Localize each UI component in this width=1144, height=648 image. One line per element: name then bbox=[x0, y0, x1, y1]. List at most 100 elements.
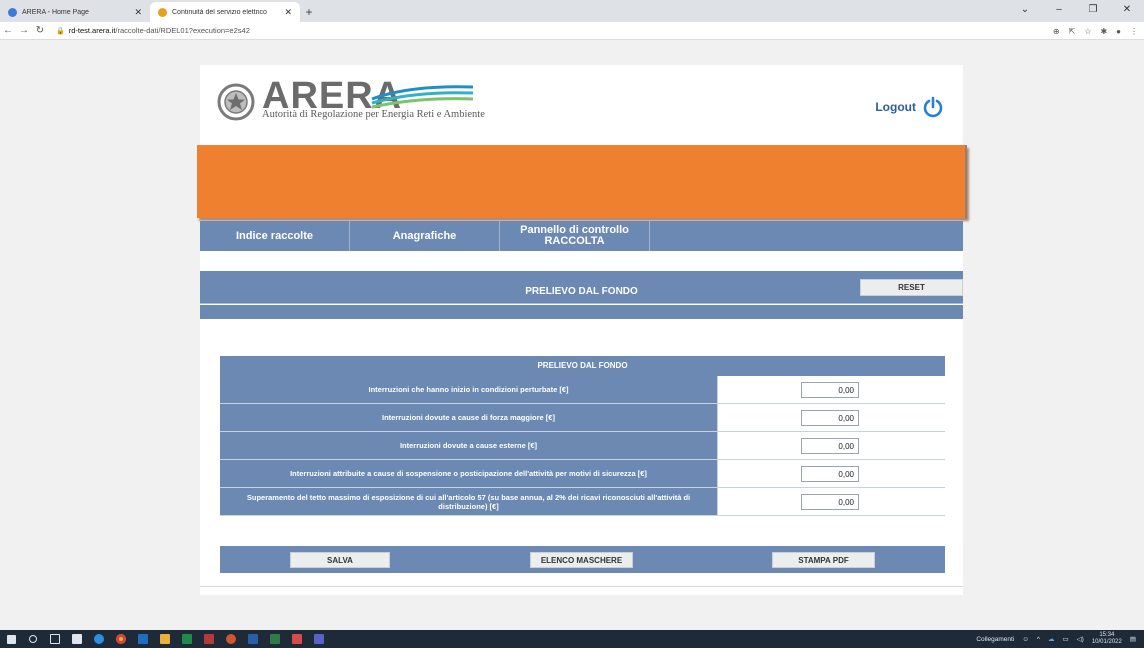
back-arrow-icon[interactable]: ← bbox=[0, 25, 16, 36]
volume-icon[interactable]: ◁) bbox=[1077, 635, 1084, 643]
perturbate-input[interactable] bbox=[801, 382, 859, 398]
project-icon[interactable] bbox=[264, 630, 286, 648]
tab-title: ARERA - Home Page bbox=[22, 8, 89, 16]
restore-icon[interactable]: ❐ bbox=[1076, 0, 1110, 22]
lock-icon: 🔒 bbox=[56, 27, 65, 35]
sospensione-sicurezza-input[interactable] bbox=[801, 466, 859, 482]
row-value-cell bbox=[718, 404, 945, 431]
prelievo-form-table: PRELIEVO DAL FONDO Interruzioni che hann… bbox=[220, 356, 945, 516]
logout-label: Logout bbox=[875, 100, 916, 114]
window-controls: ⌄ – ❐ ✕ bbox=[1008, 0, 1144, 22]
menu-item-indice-raccolte[interactable]: Indice raccolte bbox=[200, 221, 350, 251]
close-icon[interactable]: ✕ bbox=[284, 7, 292, 18]
zoom-icon[interactable]: ⊕ bbox=[1053, 27, 1060, 36]
forward-arrow-icon[interactable]: → bbox=[16, 25, 32, 36]
close-icon[interactable]: ✕ bbox=[134, 7, 142, 18]
arera-logo-subtitle: Autorità di Regolazione per Energia Reti… bbox=[262, 109, 485, 120]
menu-item-pannello-controllo[interactable]: Pannello di controllo RACCOLTA bbox=[500, 221, 650, 251]
windows-taskbar: Collegamenti ☺ ^ ☁ ▭ ◁) 15:34 10/01/2022… bbox=[0, 630, 1144, 648]
url-host: rd-test.arera.it bbox=[68, 26, 116, 35]
people-icon[interactable]: ☺ bbox=[1022, 636, 1029, 643]
row-label: Interruzioni dovute a cause esterne [€] bbox=[220, 432, 718, 459]
table-row: Interruzioni che hanno inizio in condizi… bbox=[220, 376, 945, 404]
section-title: PRELIEVO DAL FONDO bbox=[525, 286, 638, 297]
row-label: Interruzioni che hanno inizio in condizi… bbox=[220, 376, 718, 403]
minimize-icon[interactable]: – bbox=[1042, 0, 1076, 22]
table-row: Interruzioni dovute a cause esterne [€] bbox=[220, 432, 945, 460]
form-table-title: PRELIEVO DAL FONDO bbox=[220, 356, 945, 376]
tab-title: Continuità del servizio elettrico bbox=[172, 8, 267, 16]
forza-maggiore-input[interactable] bbox=[801, 410, 859, 426]
italian-republic-emblem-icon bbox=[217, 83, 255, 121]
chevron-up-icon[interactable]: ^ bbox=[1037, 636, 1040, 643]
logout-button[interactable]: Logout bbox=[875, 96, 943, 118]
table-row: Interruzioni attribuite a cause di sospe… bbox=[220, 460, 945, 488]
orange-banner bbox=[197, 145, 967, 218]
system-tray: Collegamenti ☺ ^ ☁ ▭ ◁) 15:34 10/01/2022… bbox=[976, 630, 1136, 648]
row-label: Superamento del tetto massimo di esposiz… bbox=[220, 488, 718, 515]
arera-logo-swoosh bbox=[371, 85, 474, 109]
menu-dots-icon[interactable]: ⋮ bbox=[1130, 27, 1138, 36]
browser-tab-home[interactable]: ARERA - Home Page ✕ bbox=[0, 2, 150, 22]
star-icon[interactable]: ☆ bbox=[1084, 27, 1091, 36]
elenco-maschere-button[interactable]: ELENCO MASCHERE bbox=[530, 552, 633, 568]
reload-icon[interactable]: ↻ bbox=[32, 25, 48, 36]
close-window-icon[interactable]: ✕ bbox=[1110, 0, 1144, 22]
arera-favicon-icon bbox=[8, 7, 17, 17]
address-bar-icons: ⊕ ⇱ ☆ ✱ ● ⋮ bbox=[1053, 22, 1138, 40]
share-icon[interactable]: ⇱ bbox=[1069, 27, 1076, 36]
chevron-down-icon[interactable]: ⌄ bbox=[1008, 0, 1042, 22]
menu-item-anagrafiche[interactable]: Anagrafiche bbox=[350, 221, 500, 251]
main-menu: Indice raccolte Anagrafiche Pannello di … bbox=[200, 221, 963, 251]
row-value-cell bbox=[718, 432, 945, 459]
task-view-icon[interactable] bbox=[44, 630, 66, 648]
calendar-icon[interactable] bbox=[286, 630, 308, 648]
stampa-pdf-button[interactable]: STAMPA PDF bbox=[772, 552, 875, 568]
action-button-bar: SALVA ELENCO MASCHERE STAMPA PDF bbox=[220, 546, 945, 573]
section-subbar bbox=[200, 305, 963, 319]
address-bar: ← → ↻ 🔒 rd-test.arera.it/raccolte-dati/R… bbox=[0, 22, 1144, 40]
powerpoint-icon[interactable] bbox=[220, 630, 242, 648]
outlook-icon[interactable] bbox=[132, 630, 154, 648]
word-icon[interactable] bbox=[242, 630, 264, 648]
salva-button[interactable]: SALVA bbox=[290, 552, 390, 568]
cause-esterne-input[interactable] bbox=[801, 438, 859, 454]
teams-icon[interactable] bbox=[308, 630, 330, 648]
browser-tab-continuita[interactable]: Continuità del servizio elettrico ✕ bbox=[150, 2, 300, 22]
chrome-icon[interactable] bbox=[110, 630, 132, 648]
store-icon[interactable] bbox=[66, 630, 88, 648]
row-value-cell bbox=[718, 376, 945, 403]
row-value-cell bbox=[718, 460, 945, 487]
windows-start-icon[interactable] bbox=[0, 630, 22, 648]
site-header: ARERA Autorità di Regolazione per Energi… bbox=[200, 65, 963, 137]
extensions-icon[interactable]: ✱ bbox=[1100, 27, 1107, 36]
url-field[interactable]: 🔒 rd-test.arera.it/raccolte-dati/RDEL01?… bbox=[56, 26, 250, 35]
network-icon[interactable]: ▭ bbox=[1062, 635, 1068, 643]
clock-time: 15:34 bbox=[1099, 632, 1115, 638]
profile-icon[interactable]: ● bbox=[1116, 27, 1121, 36]
edge-icon[interactable] bbox=[88, 630, 110, 648]
access-icon[interactable] bbox=[198, 630, 220, 648]
search-icon[interactable] bbox=[22, 630, 44, 648]
browser-tab-bar: ARERA - Home Page ✕ Continuità del servi… bbox=[0, 0, 1144, 22]
arera-favicon-icon bbox=[158, 7, 167, 17]
url-path: /raccolte-dati/RDEL01?execution=e2s42 bbox=[115, 26, 250, 35]
row-value-cell bbox=[718, 488, 945, 515]
onedrive-icon[interactable]: ☁ bbox=[1048, 635, 1055, 643]
reset-button[interactable]: RESET bbox=[860, 279, 963, 296]
links-toolbar-label[interactable]: Collegamenti bbox=[976, 636, 1014, 643]
page-footer-divider bbox=[200, 586, 963, 587]
table-row: Superamento del tetto massimo di esposiz… bbox=[220, 488, 945, 516]
clock[interactable]: 15:34 10/01/2022 bbox=[1092, 632, 1122, 646]
file-explorer-icon[interactable] bbox=[154, 630, 176, 648]
tetto-massimo-input[interactable] bbox=[801, 494, 859, 510]
new-tab-button[interactable]: + bbox=[300, 2, 318, 22]
page-container: ARERA Autorità di Regolazione per Energi… bbox=[197, 65, 967, 595]
table-row: Interruzioni dovute a cause di forza mag… bbox=[220, 404, 945, 432]
clock-date: 10/01/2022 bbox=[1091, 639, 1122, 645]
power-icon bbox=[923, 96, 943, 118]
excel-icon[interactable] bbox=[176, 630, 198, 648]
section-header-bar: PRELIEVO DAL FONDO RESET bbox=[200, 271, 963, 304]
notifications-icon[interactable]: ▤ bbox=[1130, 635, 1136, 643]
row-label: Interruzioni attribuite a cause di sospe… bbox=[220, 460, 718, 487]
